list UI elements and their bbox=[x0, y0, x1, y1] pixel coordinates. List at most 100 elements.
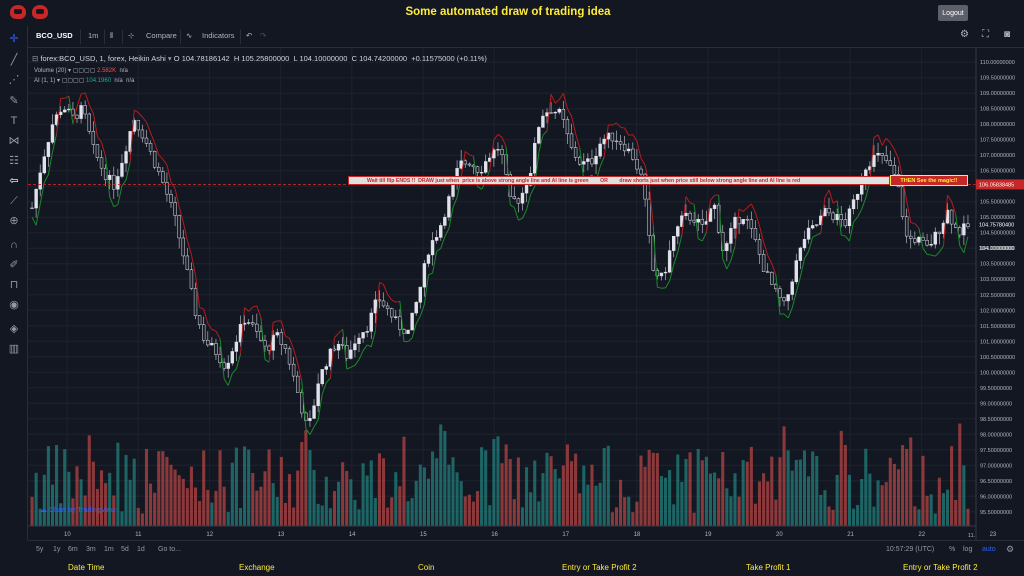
volume-bar bbox=[692, 512, 696, 526]
trash-icon[interactable]: ▥ bbox=[6, 342, 22, 356]
price-chart[interactable]: 110.00000000 109.50000000 109.00000000 108.… bbox=[28, 48, 1024, 540]
volume-bar bbox=[234, 447, 238, 526]
tf-3m[interactable]: 3m bbox=[86, 546, 96, 553]
volume-bar bbox=[529, 492, 533, 526]
percent-toggle[interactable]: % bbox=[949, 546, 955, 553]
volume-bar bbox=[827, 506, 831, 526]
chart-style-icon[interactable]: ⫴ bbox=[110, 31, 113, 41]
back-arrow-icon[interactable]: ⇦ bbox=[6, 174, 22, 188]
ai-line-segment bbox=[513, 207, 519, 221]
trend-line-icon[interactable]: ╱ bbox=[6, 53, 22, 67]
log-toggle[interactable]: log bbox=[963, 546, 972, 553]
fib-icon[interactable]: ⋰ bbox=[6, 73, 22, 87]
volume-bar bbox=[614, 507, 619, 526]
interval-button[interactable]: 1m bbox=[88, 31, 98, 40]
price-tag-current2-text: 104.00000000 bbox=[979, 246, 1014, 252]
ai-legend: AI (1, 1) ▾ ▢▢▢▢ 104.1960 n/a n/a bbox=[34, 78, 135, 84]
volume-bar bbox=[778, 457, 782, 526]
candle-body bbox=[251, 322, 255, 325]
ai-line-segment bbox=[697, 238, 703, 242]
stay-drawing-icon[interactable]: ✐ bbox=[6, 258, 22, 272]
text-icon[interactable]: T bbox=[6, 114, 22, 128]
volume-bar bbox=[471, 501, 475, 526]
candle-body bbox=[193, 288, 198, 316]
ai-line-segment bbox=[844, 235, 850, 242]
ai-line-segment bbox=[309, 426, 315, 435]
tf-1d[interactable]: 1d bbox=[137, 546, 145, 553]
volume-bar bbox=[958, 423, 962, 526]
lock-icon[interactable]: ⊓ bbox=[6, 278, 22, 292]
candle-body bbox=[426, 254, 431, 264]
logout-button[interactable]: Logout bbox=[938, 5, 968, 21]
volume-bar bbox=[623, 497, 627, 526]
volume-bar bbox=[905, 448, 909, 526]
volume-bar bbox=[369, 460, 373, 526]
layers-icon[interactable]: ◈ bbox=[6, 322, 22, 336]
eye-icon[interactable]: ◉ bbox=[6, 298, 22, 312]
zoom-in-icon[interactable]: ⊕ bbox=[6, 214, 22, 228]
legend-series-title[interactable]: forex:BCO_USD, 1, forex, Heikin Ashi bbox=[40, 54, 165, 63]
compare-button[interactable]: Compare bbox=[146, 31, 177, 40]
fullscreen-icon[interactable]: ⛶ bbox=[982, 29, 989, 40]
volume-bar bbox=[851, 508, 856, 526]
prediction-icon[interactable]: ☷ bbox=[6, 154, 22, 168]
camera-icon[interactable]: ◙ bbox=[1004, 29, 1010, 40]
redo-icon[interactable]: ↷ bbox=[260, 31, 266, 40]
top-banner: Some automated draw of trading idea Logo… bbox=[0, 0, 1024, 26]
candle-body bbox=[475, 166, 480, 173]
volume-bar bbox=[807, 476, 811, 526]
volume-bar bbox=[337, 481, 341, 526]
candle-body bbox=[757, 239, 762, 255]
volume-bar bbox=[165, 456, 169, 526]
volume-bar bbox=[496, 436, 500, 526]
timeframe-bar: 5y 1y 6m 3m 1m 5d 1d Go to... 10:57:29 (… bbox=[28, 540, 1024, 560]
annotation-banner[interactable]: Wait till flip ENDS !! DRAW just when pr… bbox=[348, 176, 890, 185]
volume-bar bbox=[422, 467, 426, 526]
volume-bar bbox=[283, 503, 287, 526]
candle-body bbox=[479, 172, 484, 174]
magnet-icon[interactable]: ∩ bbox=[6, 238, 22, 252]
volume-legend-name[interactable]: Volume (20) bbox=[34, 68, 66, 74]
price-label: 101.00000000 bbox=[980, 339, 1015, 345]
ruler-icon[interactable]: ⟋ bbox=[6, 194, 22, 208]
candle-body bbox=[34, 188, 38, 209]
volume-bar bbox=[569, 461, 574, 526]
candle-body bbox=[802, 239, 807, 249]
price-label: 100.00000000 bbox=[980, 370, 1015, 376]
auto-toggle[interactable]: auto bbox=[982, 546, 996, 553]
settings-gear-icon[interactable]: ⚙ bbox=[960, 29, 969, 40]
brush-icon[interactable]: ✎ bbox=[6, 94, 22, 108]
tf-5d[interactable]: 5d bbox=[121, 546, 129, 553]
candle-body bbox=[42, 156, 46, 174]
candle-body bbox=[87, 113, 91, 132]
ai-legend-name[interactable]: AI (1, 1) bbox=[34, 78, 55, 84]
goto-button[interactable]: Go to... bbox=[158, 546, 181, 553]
volume-bar bbox=[639, 455, 643, 526]
volume-bar bbox=[144, 448, 149, 526]
volume-bar bbox=[872, 506, 876, 526]
undo-icon[interactable]: ↶ bbox=[246, 31, 252, 40]
volume-bar bbox=[99, 470, 104, 526]
symbol-search[interactable]: BCO_USD bbox=[36, 31, 73, 40]
tradingview-watermark[interactable]: ☁ Chart by TradingView bbox=[40, 506, 116, 514]
tf-1y[interactable]: 1y bbox=[53, 546, 60, 553]
utc-clock[interactable]: 10:57:29 (UTC) bbox=[886, 546, 934, 553]
ai-line-segment bbox=[885, 137, 891, 144]
tf-1m[interactable]: 1m bbox=[104, 546, 114, 553]
candle-body bbox=[782, 297, 786, 302]
candle-body bbox=[909, 235, 913, 239]
indicators-button[interactable]: Indicators bbox=[202, 31, 235, 40]
volume-bar bbox=[843, 445, 847, 526]
volume-bar bbox=[91, 461, 95, 526]
tf-5y[interactable]: 5y bbox=[36, 546, 43, 553]
pattern-icon[interactable]: ⋈ bbox=[6, 134, 22, 148]
crosshair-icon[interactable]: ✛ bbox=[6, 32, 22, 46]
candle-body bbox=[524, 185, 529, 194]
axis-settings-icon[interactable]: ⚙ bbox=[1006, 544, 1014, 555]
volume-bar bbox=[598, 482, 602, 526]
ai-line-segment bbox=[334, 332, 339, 338]
tf-6m[interactable]: 6m bbox=[68, 546, 78, 553]
candle-body bbox=[700, 219, 704, 225]
volume-bar bbox=[737, 496, 741, 526]
candle-body bbox=[46, 142, 51, 157]
